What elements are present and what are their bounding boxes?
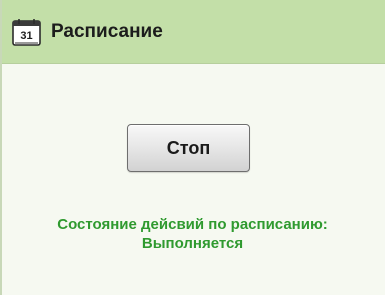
- schedule-status: Состояние дейсвий по расписанию: Выполня…: [0, 215, 385, 253]
- panel-body: [0, 64, 385, 295]
- schedule-panel: 31 Расписание Стоп Состояние дейсвий по …: [0, 0, 385, 295]
- panel-title: Расписание: [51, 21, 163, 42]
- panel-left-border: [0, 0, 2, 295]
- calendar-icon: 31: [12, 19, 41, 46]
- stop-button[interactable]: Стоп: [127, 124, 250, 172]
- status-label: Состояние дейсвий по расписанию:: [57, 216, 328, 233]
- calendar-icon-day: 31: [20, 30, 32, 42]
- panel-header: 31 Расписание: [0, 0, 385, 64]
- stop-button-label: Стоп: [166, 137, 211, 158]
- status-value: Выполняется: [141, 235, 244, 252]
